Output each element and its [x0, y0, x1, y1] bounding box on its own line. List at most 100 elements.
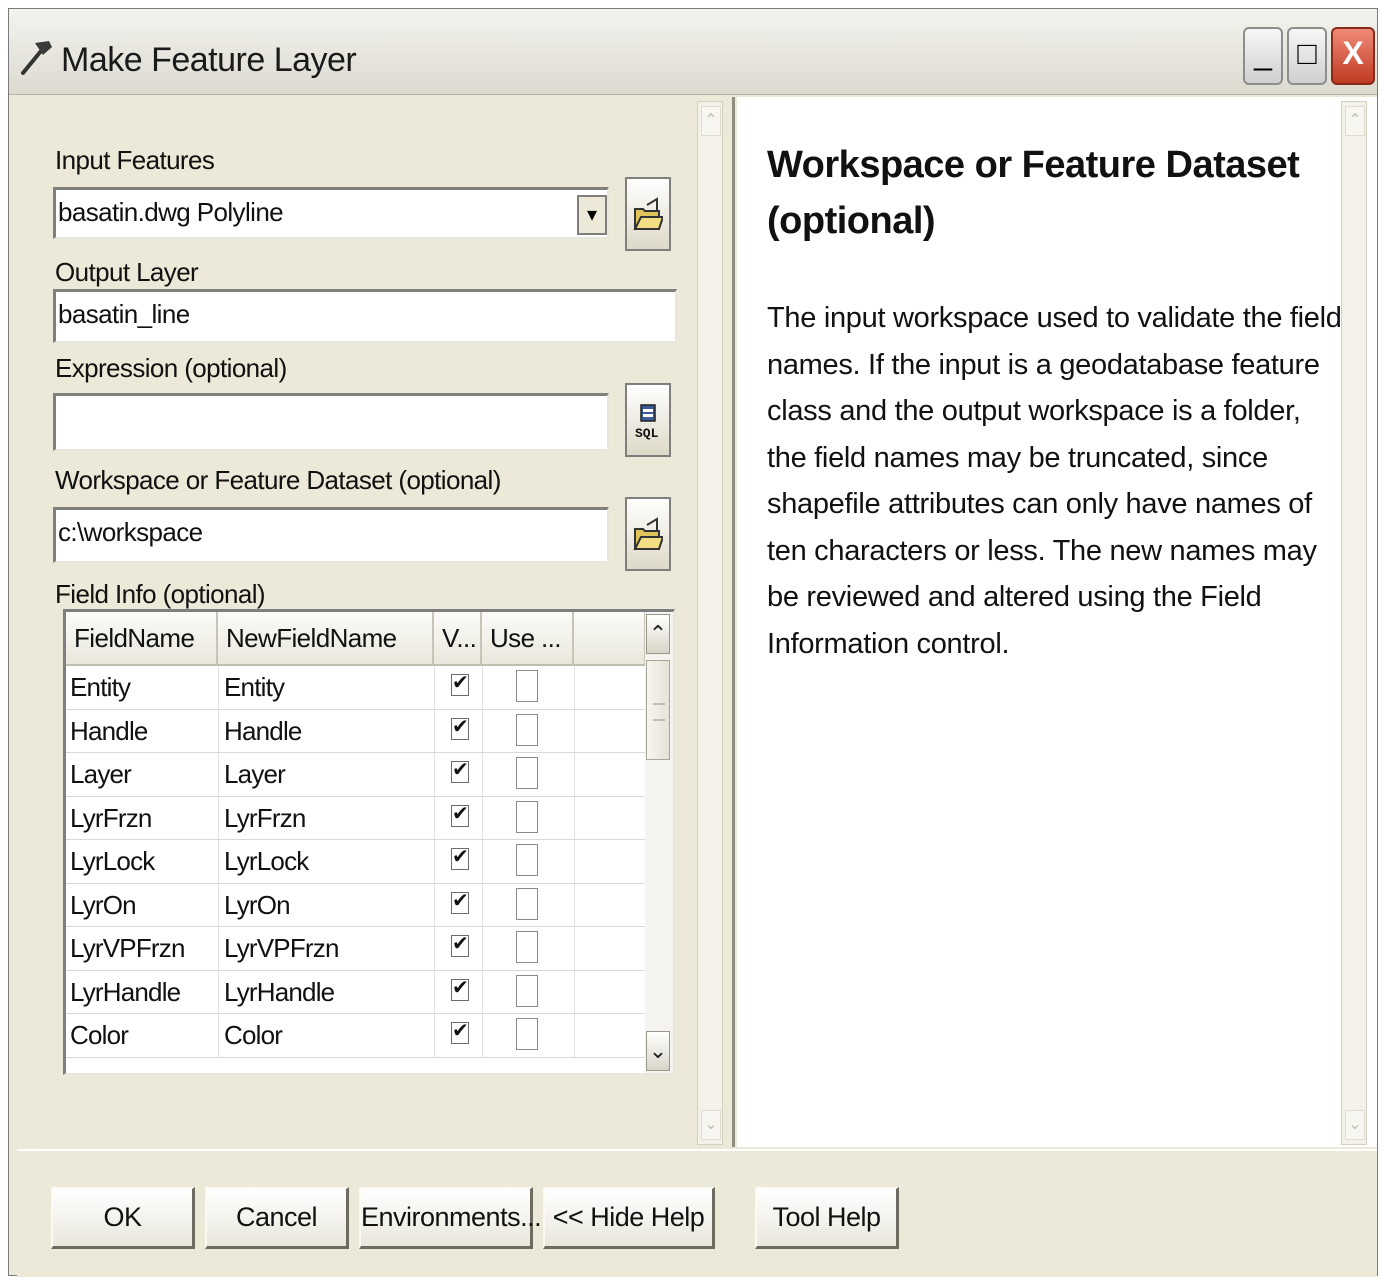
expression-label: Expression (optional) — [55, 353, 287, 383]
cell-newfieldname[interactable]: Layer — [224, 753, 430, 796]
cancel-button[interactable]: Cancel — [205, 1187, 349, 1249]
visible-checkbox[interactable] — [451, 844, 469, 870]
visible-checkbox[interactable] — [451, 801, 469, 827]
open-folder-icon — [633, 517, 663, 550]
visible-checkbox[interactable] — [451, 888, 469, 914]
table-row[interactable]: Layer Layer — [66, 753, 646, 797]
column-header-newfieldname[interactable]: NewFieldName — [218, 612, 434, 664]
visible-checkbox[interactable] — [451, 714, 469, 740]
table-row[interactable]: Handle Handle — [66, 709, 646, 753]
cell-newfieldname[interactable]: Color — [224, 1014, 430, 1057]
cell-divider — [218, 840, 219, 883]
table-row[interactable]: LyrLock LyrLock — [66, 840, 646, 884]
cell-divider — [482, 927, 483, 970]
chevron-down-icon[interactable]: ▾ — [577, 195, 607, 235]
cell-divider — [574, 840, 575, 883]
cell-divider — [482, 753, 483, 796]
cell-newfieldname[interactable]: Entity — [224, 666, 430, 709]
tool-help-button[interactable]: Tool Help — [755, 1187, 899, 1249]
column-header-use-ratio[interactable]: Use ... — [482, 612, 574, 664]
cell-fieldname: Handle — [70, 715, 148, 746]
parameters-scrollbar[interactable]: ⌃ ⌄ — [697, 101, 723, 1145]
visible-checkbox[interactable] — [451, 1018, 469, 1044]
visible-checkbox[interactable] — [451, 757, 469, 783]
scroll-down-icon[interactable]: ⌄ — [1345, 1110, 1365, 1140]
use-ratio-checkbox[interactable] — [516, 931, 538, 963]
scroll-thumb[interactable] — [646, 660, 670, 760]
visible-checkbox[interactable] — [451, 931, 469, 957]
workspace-field[interactable]: c:\workspace — [53, 507, 609, 563]
environments-button[interactable]: Environments... — [359, 1187, 542, 1249]
cell-divider — [482, 1014, 483, 1057]
cell-fieldname: LyrFrzn — [70, 802, 152, 833]
cell-divider — [482, 883, 483, 926]
help-pane: Workspace or Feature Dataset (optional) … — [737, 97, 1377, 1147]
cell-divider — [482, 666, 483, 709]
cell-newfieldname[interactable]: LyrLock — [224, 840, 430, 883]
cell-divider — [482, 709, 483, 752]
cell-divider — [574, 796, 575, 839]
cell-newfieldname[interactable]: LyrFrzn — [224, 797, 430, 840]
input-features-browse-button[interactable] — [625, 177, 671, 251]
cell-newfieldname[interactable]: LyrVPFrzn — [224, 927, 430, 970]
cell-divider — [482, 840, 483, 883]
scroll-up-icon[interactable]: ⌃ — [1345, 106, 1365, 136]
table-row[interactable]: LyrOn LyrOn — [66, 883, 646, 927]
output-layer-field[interactable]: basatin_line — [53, 289, 677, 343]
use-ratio-checkbox[interactable] — [516, 887, 538, 920]
cell-divider — [482, 796, 483, 839]
column-header-fieldname[interactable]: FieldName — [66, 612, 218, 664]
title-bar[interactable]: Make Feature Layer _ □ X — [9, 9, 1377, 95]
pane-divider[interactable] — [732, 97, 735, 1147]
cell-divider — [434, 1014, 435, 1057]
table-row[interactable]: LyrHandle LyrHandle — [66, 970, 646, 1014]
cell-divider — [218, 927, 219, 970]
visible-checkbox[interactable] — [451, 975, 469, 1001]
svg-text:SQL: SQL — [635, 426, 659, 441]
cell-divider — [434, 753, 435, 796]
visible-checkbox[interactable] — [451, 670, 469, 696]
field-info-table[interactable]: FieldName NewFieldName V... Use ... Enti… — [63, 609, 675, 1075]
table-row[interactable]: Entity Entity — [66, 666, 646, 710]
use-ratio-checkbox[interactable] — [516, 757, 538, 789]
table-row[interactable]: LyrVPFrzn LyrVPFrzn — [66, 927, 646, 971]
cell-fieldname: LyrHandle — [70, 976, 181, 1007]
use-ratio-checkbox[interactable] — [516, 844, 538, 876]
field-info-scrollbar[interactable]: ⌃ ⌄ — [645, 612, 673, 1073]
table-row[interactable]: Color Color — [66, 1014, 646, 1058]
table-row[interactable]: LyrFrzn LyrFrzn — [66, 796, 646, 840]
use-ratio-checkbox[interactable] — [516, 1018, 538, 1050]
use-ratio-checkbox[interactable] — [516, 974, 538, 1007]
cell-divider — [434, 796, 435, 839]
help-scrollbar[interactable]: ⌃ ⌄ — [1341, 101, 1367, 1145]
cell-divider — [434, 970, 435, 1013]
close-icon: X — [1342, 35, 1364, 71]
cell-divider — [574, 883, 575, 926]
sql-builder-button[interactable]: SQL — [625, 383, 671, 457]
column-header-visible[interactable]: V... — [434, 612, 482, 664]
close-button[interactable]: X — [1331, 27, 1375, 85]
scroll-down-icon[interactable]: ⌄ — [701, 1110, 721, 1140]
scroll-up-icon[interactable]: ⌃ — [646, 614, 670, 654]
ok-button[interactable]: OK — [51, 1187, 195, 1249]
make-feature-layer-dialog: Make Feature Layer _ □ X Input Features … — [8, 8, 1378, 1277]
use-ratio-checkbox[interactable] — [516, 670, 538, 702]
cell-newfieldname[interactable]: LyrOn — [224, 884, 430, 927]
cell-newfieldname[interactable]: Handle — [224, 710, 430, 753]
cell-newfieldname[interactable]: LyrHandle — [224, 971, 430, 1014]
cell-divider — [218, 709, 219, 752]
maximize-button[interactable]: □ — [1287, 27, 1327, 85]
hide-help-button[interactable]: << Hide Help — [543, 1187, 715, 1249]
use-ratio-checkbox[interactable] — [516, 713, 538, 746]
cell-divider — [434, 666, 435, 709]
scroll-down-icon[interactable]: ⌄ — [646, 1031, 670, 1071]
input-features-label: Input Features — [55, 145, 215, 175]
cell-fieldname: Layer — [70, 759, 132, 789]
sql-icon: SQL — [635, 404, 659, 441]
scroll-up-icon[interactable]: ⌃ — [701, 106, 721, 136]
use-ratio-checkbox[interactable] — [516, 800, 538, 833]
workspace-browse-button[interactable] — [625, 497, 671, 571]
expression-field[interactable] — [53, 393, 609, 451]
input-features-combo[interactable]: basatin.dwg Polyline — [53, 187, 609, 239]
minimize-button[interactable]: _ — [1243, 27, 1283, 85]
